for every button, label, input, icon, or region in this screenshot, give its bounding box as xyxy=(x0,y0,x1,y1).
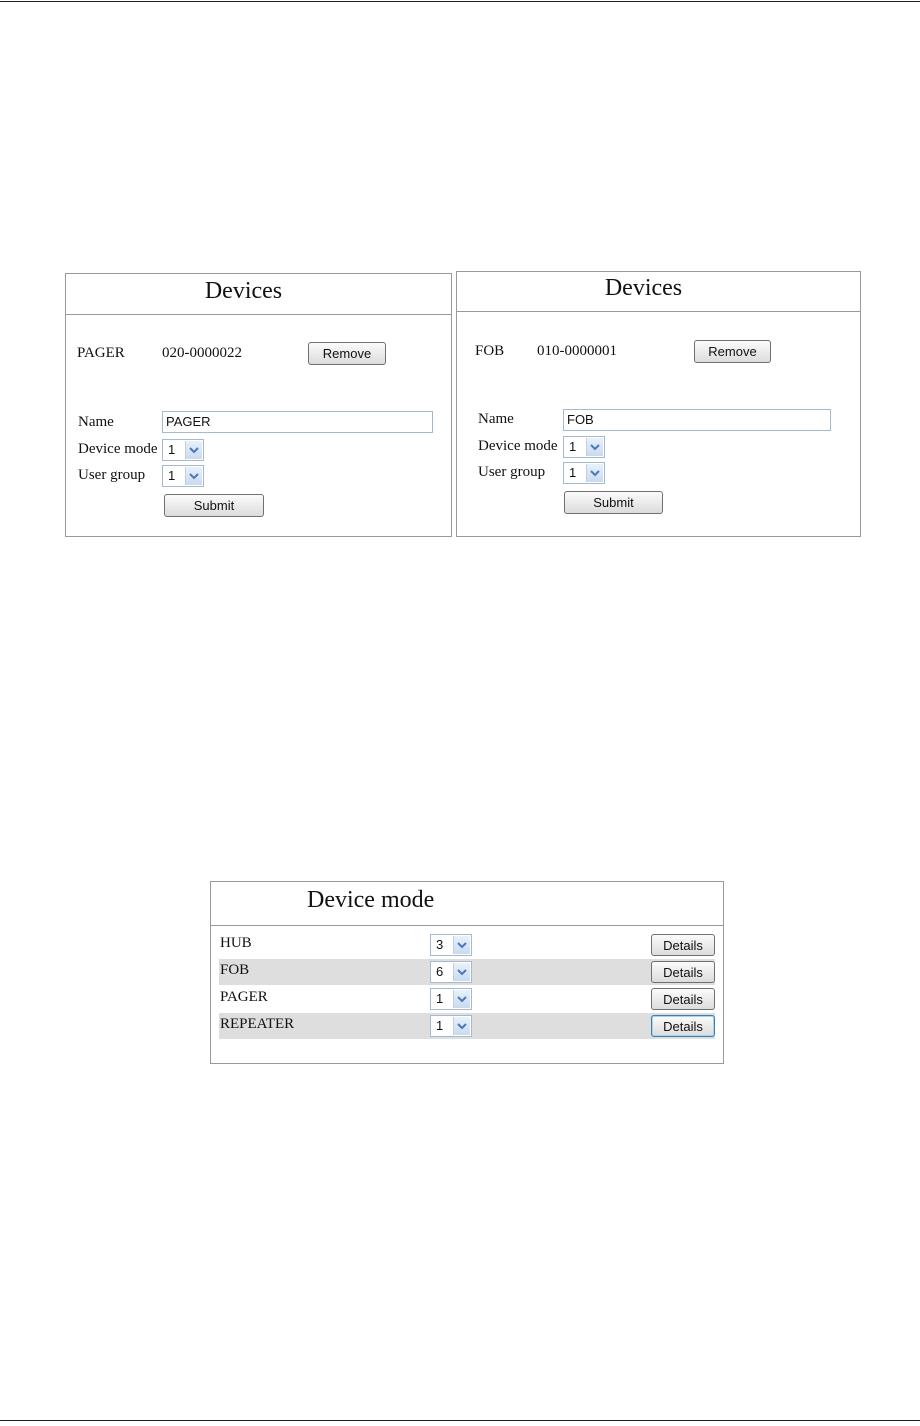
device-mode-label: Device mode xyxy=(478,438,558,454)
mode-value: 1 xyxy=(436,991,444,1006)
chevron-down-icon xyxy=(185,467,202,485)
name-input[interactable]: PAGER xyxy=(162,411,433,433)
chevron-down-icon xyxy=(453,936,470,954)
device-mode-row: HUB 3 Details xyxy=(219,932,715,958)
details-button[interactable]: Details xyxy=(651,961,715,983)
device-type: PAGER xyxy=(77,345,125,361)
name-input[interactable]: FOB xyxy=(563,409,831,431)
user-group-select[interactable]: 1 xyxy=(162,465,204,487)
mode-select[interactable]: 1 xyxy=(430,1015,472,1037)
device-mode-value: 1 xyxy=(168,442,176,457)
chevron-down-icon xyxy=(586,464,603,482)
devices-panel-fob: Devices FOB 010-0000001 Remove Name FOB … xyxy=(456,271,861,537)
devices-panel-pager: Devices PAGER 020-0000022 Remove Name PA… xyxy=(65,273,452,537)
mode-select[interactable]: 1 xyxy=(430,988,472,1010)
device-mode-row: FOB 6 Details xyxy=(219,959,715,985)
panel-divider xyxy=(66,314,451,315)
submit-button[interactable]: Submit xyxy=(164,494,264,517)
device-name: FOB xyxy=(220,962,250,978)
panel-divider xyxy=(457,311,860,312)
chevron-down-icon xyxy=(185,441,202,459)
device-mode-row: REPEATER 1 Details xyxy=(219,1013,715,1039)
device-type: FOB xyxy=(475,343,505,359)
mode-value: 6 xyxy=(436,964,444,979)
user-group-label: User group xyxy=(78,467,146,483)
user-group-select[interactable]: 1 xyxy=(563,462,605,484)
panel-title: Device mode xyxy=(307,887,435,913)
device-name: REPEATER xyxy=(220,1016,295,1032)
remove-button[interactable]: Remove xyxy=(694,340,771,363)
mode-select[interactable]: 3 xyxy=(430,934,472,956)
user-group-label: User group xyxy=(478,464,546,480)
chevron-down-icon xyxy=(453,963,470,981)
device-mode-select[interactable]: 1 xyxy=(563,436,605,458)
submit-button[interactable]: Submit xyxy=(564,491,663,514)
mode-value: 3 xyxy=(436,937,444,952)
device-mode-value: 1 xyxy=(569,439,577,454)
details-button[interactable]: Details xyxy=(651,988,715,1010)
bottom-page-rule xyxy=(0,1420,920,1421)
mode-value: 1 xyxy=(436,1018,444,1033)
device-id: 020-0000022 xyxy=(162,345,242,361)
chevron-down-icon xyxy=(453,990,470,1008)
remove-button[interactable]: Remove xyxy=(308,342,386,365)
device-name: HUB xyxy=(220,935,252,951)
details-button[interactable]: Details xyxy=(651,934,715,956)
device-mode-panel: Device mode HUB 3 Details FOB 6 Details … xyxy=(210,881,724,1064)
chevron-down-icon xyxy=(586,438,603,456)
panel-divider xyxy=(211,925,723,926)
panel-title: Devices xyxy=(204,278,283,304)
details-button[interactable]: Details xyxy=(651,1015,715,1037)
name-label: Name xyxy=(478,411,514,427)
name-label: Name xyxy=(78,414,114,430)
panel-title: Devices xyxy=(604,275,683,301)
device-mode-row: PAGER 1 Details xyxy=(219,986,715,1012)
device-mode-label: Device mode xyxy=(78,441,158,457)
top-page-rule xyxy=(0,1,920,2)
device-id: 010-0000001 xyxy=(537,343,617,359)
user-group-value: 1 xyxy=(168,468,176,483)
user-group-value: 1 xyxy=(569,465,577,480)
chevron-down-icon xyxy=(453,1017,470,1035)
device-name: PAGER xyxy=(220,989,268,1005)
device-mode-select[interactable]: 1 xyxy=(162,439,204,461)
mode-select[interactable]: 6 xyxy=(430,961,472,983)
